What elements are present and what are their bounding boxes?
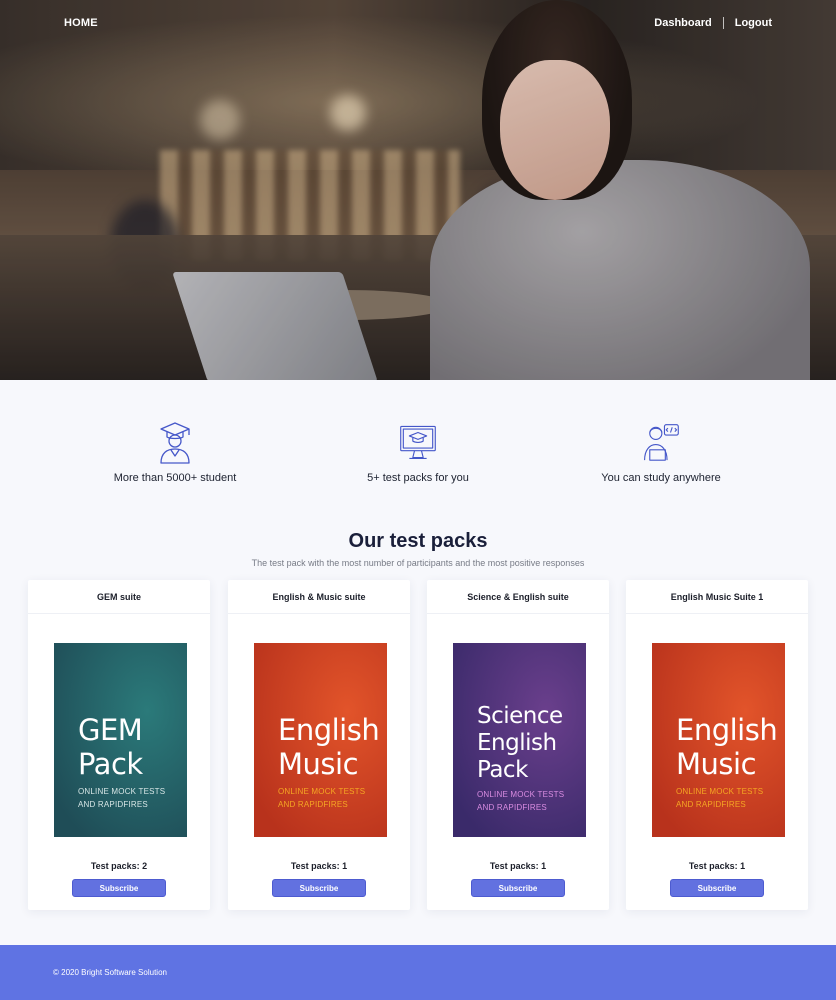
person-laptop-code-icon <box>644 424 679 461</box>
pack-card-english-music: English & Music suite English Music ONLI… <box>228 580 410 910</box>
graduate-student-icon <box>160 422 190 464</box>
cover-title-line: Music <box>676 747 757 781</box>
cover-subtitle: ONLINE MOCK TESTS AND RAPIDFIRES <box>477 788 586 814</box>
cover-title-line: Music <box>278 747 359 781</box>
cover-title-line: Science <box>477 703 563 729</box>
nav-home-link[interactable]: HOME <box>64 17 98 29</box>
feature-study-anywhere-text: You can study anywhere <box>601 472 721 484</box>
hero-banner <box>0 0 836 380</box>
pack-card-science-english: Science & English suite Science English … <box>427 580 609 910</box>
feature-test-packs-text: 5+ test packs for you <box>367 472 469 484</box>
pack-card-title: English Music Suite 1 <box>626 580 808 614</box>
section-title: Our test packs <box>348 530 488 552</box>
pack-card-title: Science & English suite <box>427 580 609 614</box>
nav-right-group: Dashboard Logout <box>654 17 772 29</box>
pack-card-english-music-1: English Music Suite 1 English Music ONLI… <box>626 580 808 910</box>
monitor-graduation-cap-icon <box>400 425 436 459</box>
feature-test-packs: 5+ test packs for you <box>298 420 538 484</box>
footer: © 2020 Bright Software Solution <box>0 945 836 1000</box>
subscribe-button[interactable]: Subscribe <box>471 879 565 897</box>
cover-title-line: English <box>477 730 557 756</box>
cover-subtitle: ONLINE MOCK TESTS AND RAPIDFIRES <box>278 785 387 811</box>
cover-title-line: Pack <box>78 747 143 781</box>
nav-dashboard-link[interactable]: Dashboard <box>654 17 711 29</box>
cover-subtitle-line: AND RAPIDFIRES <box>676 800 746 809</box>
nav-divider <box>722 17 724 29</box>
nav-logout-link[interactable]: Logout <box>735 17 772 29</box>
cover-subtitle: ONLINE MOCK TESTS AND RAPIDFIRES <box>676 785 785 811</box>
pack-cover[interactable]: English Music ONLINE MOCK TESTS AND RAPI… <box>254 643 387 837</box>
cover-subtitle-line: ONLINE MOCK TESTS <box>278 787 366 796</box>
subscribe-button[interactable]: Subscribe <box>272 879 366 897</box>
subscribe-button[interactable]: Subscribe <box>670 879 764 897</box>
pack-count: Test packs: 1 <box>290 861 348 871</box>
pack-card-title: English & Music suite <box>228 580 410 614</box>
subscribe-button[interactable]: Subscribe <box>72 879 166 897</box>
cover-subtitle-line: ONLINE MOCK TESTS <box>477 790 565 799</box>
features-row: More than 5000+ student 5+ test packs fo… <box>0 420 836 490</box>
footer-copyright: © 2020 Bright Software Solution <box>53 968 167 977</box>
pack-cover[interactable]: GEM Pack ONLINE MOCK TESTS AND RAPIDFIRE… <box>54 643 187 837</box>
cover-title-line: Pack <box>477 757 528 783</box>
pack-card-gem: GEM suite GEM Pack ONLINE MOCK TESTS AND… <box>28 580 210 910</box>
cover-subtitle-line: AND RAPIDFIRES <box>78 800 148 809</box>
pack-cover[interactable]: English Music ONLINE MOCK TESTS AND RAPI… <box>652 643 785 837</box>
pack-card-title: GEM suite <box>28 580 210 614</box>
pack-count: Test packs: 2 <box>90 861 148 871</box>
cover-subtitle-line: ONLINE MOCK TESTS <box>78 787 166 796</box>
pack-count: Test packs: 1 <box>688 861 746 871</box>
feature-students-text: More than 5000+ student <box>113 472 237 484</box>
cover-title-line: English <box>676 713 778 747</box>
section-subtitle: The test pack with the most number of pa… <box>251 558 585 568</box>
cover-subtitle-line: AND RAPIDFIRES <box>477 803 547 812</box>
cover-title-line: English <box>278 713 380 747</box>
cover-subtitle-line: ONLINE MOCK TESTS <box>676 787 764 796</box>
top-navigation: HOME Dashboard Logout <box>0 0 836 46</box>
cover-subtitle-line: AND RAPIDFIRES <box>278 800 348 809</box>
pack-cover[interactable]: Science English Pack ONLINE MOCK TESTS A… <box>453 643 586 837</box>
feature-study-anywhere: You can study anywhere <box>541 420 781 484</box>
pack-count: Test packs: 1 <box>489 861 547 871</box>
feature-students: More than 5000+ student <box>55 420 295 484</box>
cover-title-line: GEM <box>78 713 143 747</box>
cover-subtitle: ONLINE MOCK TESTS AND RAPIDFIRES <box>78 785 187 811</box>
